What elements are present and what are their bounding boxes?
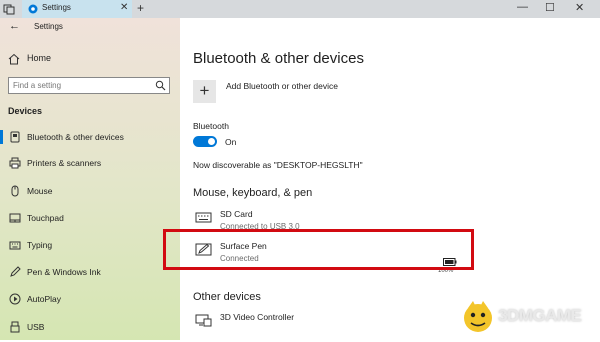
sidebar-item-pen[interactable]: Pen & Windows Ink [0, 261, 180, 283]
sidebar-item-touchpad[interactable]: Touchpad [0, 207, 180, 229]
sidebar-item-label: Printers & scanners [27, 158, 102, 168]
sidebar-item-printers[interactable]: Printers & scanners [0, 152, 180, 174]
toggle-state: On [225, 137, 237, 147]
minimize-button[interactable]: — [517, 1, 528, 13]
tab-title: Settings [42, 3, 71, 12]
touchpad-icon [9, 213, 21, 223]
title-bar: Settings ✕ + — ☐ ✕ [0, 0, 600, 18]
sidebar-item-bluetooth[interactable]: Bluetooth & other devices [0, 126, 180, 148]
sidebar-item-home[interactable]: Home [27, 53, 51, 63]
device-3d-video-controller[interactable]: 3D Video Controller [193, 312, 473, 342]
display-icon [195, 314, 212, 327]
sidebar-item-label: Pen & Windows Ink [27, 267, 101, 277]
plus-icon: + [199, 81, 210, 100]
sidebar: ← Settings Home Devices Bluetooth & othe… [0, 18, 180, 340]
search-icon[interactable] [155, 80, 166, 91]
sidebar-item-label: USB [27, 322, 45, 332]
sidebar-item-label: Mouse [27, 186, 53, 196]
sidebar-item-mouse[interactable]: Mouse [0, 180, 180, 202]
sidebar-item-typing[interactable]: Typing [0, 234, 180, 256]
sidebar-item-usb[interactable]: USB [0, 316, 180, 338]
mouse-icon [11, 185, 19, 197]
bluetooth-toggle[interactable] [193, 136, 217, 147]
autoplay-icon [9, 293, 21, 305]
search-box[interactable] [8, 77, 170, 94]
sidebar-item-label: Typing [27, 240, 53, 250]
pen-icon [10, 266, 21, 277]
main-panel: Bluetooth & other devices + Add Bluetoot… [180, 18, 600, 340]
add-device-button[interactable]: + [193, 80, 216, 103]
section-header-mkp: Mouse, keyboard, & pen [193, 187, 313, 199]
new-tab-button[interactable]: + [137, 1, 144, 15]
usb-icon [10, 321, 20, 333]
page-title: Bluetooth & other devices [193, 50, 364, 67]
bluetooth-icon [10, 131, 20, 143]
sidebar-item-autoplay[interactable]: AutoPlay [0, 288, 180, 310]
section-header-devices: Devices [8, 106, 43, 116]
watermark-text: 3DMGAME [498, 306, 582, 325]
watermark: 3DMGAME [458, 296, 598, 336]
device-name: SD Card [220, 209, 253, 219]
tab-settings[interactable]: Settings ✕ [22, 0, 132, 18]
section-header-other: Other devices [193, 291, 261, 303]
sidebar-item-label: AutoPlay [27, 294, 62, 304]
bluetooth-label: Bluetooth [193, 121, 229, 131]
discoverable-text: Now discoverable as "DESKTOP-HEGSLTH" [193, 160, 363, 170]
highlight-box [163, 229, 474, 270]
close-button[interactable]: ✕ [575, 1, 584, 14]
tab-close-icon[interactable]: ✕ [120, 2, 128, 13]
toggle-knob [208, 138, 215, 145]
back-button[interactable]: ← [9, 20, 20, 32]
add-device-label[interactable]: Add Bluetooth or other device [226, 81, 338, 91]
gear-icon [28, 4, 38, 14]
sidebar-item-label: Touchpad [27, 213, 64, 223]
keyboard-icon [9, 241, 21, 250]
app-switcher-icon[interactable] [2, 2, 16, 16]
home-icon [8, 53, 20, 65]
watermark-logo-icon [464, 301, 492, 332]
sidebar-item-label: Bluetooth & other devices [27, 132, 124, 142]
sidebar-title: Settings [34, 22, 63, 31]
printer-icon [9, 157, 21, 169]
search-input[interactable] [13, 80, 151, 91]
keyboard-icon [195, 212, 212, 223]
device-name: 3D Video Controller [220, 312, 295, 322]
maximize-button[interactable]: ☐ [545, 1, 555, 14]
